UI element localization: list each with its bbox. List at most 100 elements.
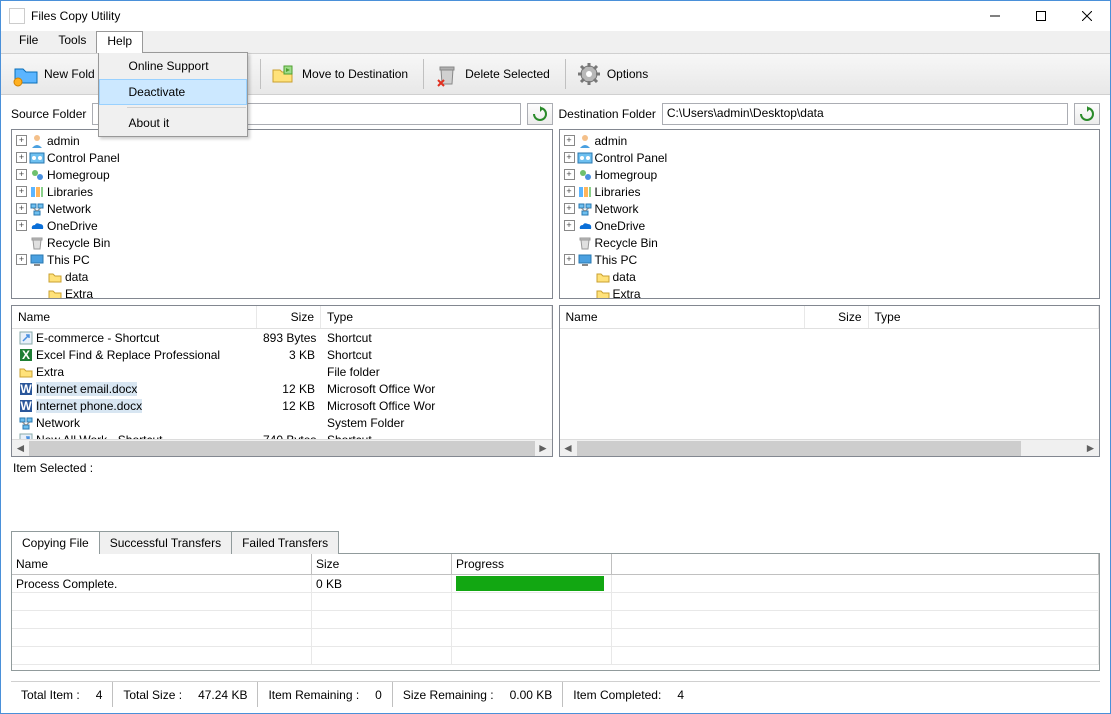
- destination-refresh-button[interactable]: [1074, 103, 1100, 125]
- tree-node[interactable]: data: [560, 268, 1100, 285]
- status-value: 47.24 KB: [198, 688, 247, 702]
- tree-node[interactable]: + Control Panel: [560, 149, 1100, 166]
- tree-node[interactable]: +This PC: [12, 251, 552, 268]
- menu-about[interactable]: About it: [99, 110, 247, 136]
- scroll-thumb[interactable]: [577, 441, 1022, 456]
- tree-node[interactable]: +Libraries: [12, 183, 552, 200]
- expander-icon[interactable]: +: [16, 152, 27, 163]
- tree-node[interactable]: +Network: [12, 200, 552, 217]
- file-row[interactable]: WInternet phone.docx12 KBMicrosoft Offic…: [12, 397, 552, 414]
- file-type: System Folder: [321, 416, 552, 430]
- tree-node[interactable]: + Homegroup: [12, 166, 552, 183]
- tree-node-label: data: [65, 270, 88, 284]
- destination-file-list[interactable]: Name Size Type ◄ ►: [559, 305, 1101, 457]
- menu-help[interactable]: Help: [96, 31, 143, 53]
- grid-row-empty: [12, 647, 1099, 665]
- destination-files-body[interactable]: [560, 329, 1100, 439]
- user-icon: [577, 133, 593, 149]
- expander-icon[interactable]: +: [16, 135, 27, 146]
- col-type[interactable]: Type: [869, 306, 1100, 328]
- destination-pane: Destination Folder C:\Users\admin\Deskto…: [559, 101, 1101, 526]
- delete-selected-button[interactable]: Delete Selected: [428, 56, 561, 92]
- menu-deactivate[interactable]: Deactivate: [99, 79, 247, 105]
- scroll-thumb[interactable]: [29, 441, 535, 456]
- tree-node-label: OneDrive: [47, 219, 98, 233]
- file-row[interactable]: NetworkSystem Folder: [12, 414, 552, 431]
- expander-icon[interactable]: +: [564, 169, 575, 180]
- tree-node-label: Control Panel: [47, 151, 120, 165]
- tree-node[interactable]: Recycle Bin: [12, 234, 552, 251]
- destination-hscrollbar[interactable]: ◄ ►: [560, 439, 1100, 456]
- col-size[interactable]: Size: [257, 306, 321, 328]
- new-folder-button[interactable]: New Fold: [7, 56, 106, 92]
- tab-successful-transfers[interactable]: Successful Transfers: [99, 531, 232, 554]
- thispc-icon: [29, 252, 45, 268]
- status-total-size: Total Size : 47.24 KB: [113, 682, 258, 707]
- expander-icon[interactable]: +: [16, 220, 27, 231]
- tree-node[interactable]: + OneDrive: [12, 217, 552, 234]
- col-type[interactable]: Type: [321, 306, 552, 328]
- source-hscrollbar[interactable]: ◄ ►: [12, 439, 552, 456]
- menu-file[interactable]: File: [9, 31, 48, 53]
- scroll-right-icon[interactable]: ►: [535, 440, 552, 457]
- expander-icon[interactable]: +: [16, 203, 27, 214]
- expander-icon[interactable]: +: [16, 186, 27, 197]
- source-tree[interactable]: +admin+Control Panel+Homegroup+Libraries…: [11, 129, 553, 299]
- file-row[interactable]: WInternet email.docx12 KBMicrosoft Offic…: [12, 380, 552, 397]
- tree-node[interactable]: +OneDrive: [560, 217, 1100, 234]
- col-name[interactable]: Name: [12, 306, 257, 328]
- destination-tree[interactable]: +admin+Control Panel+Homegroup+Libraries…: [559, 129, 1101, 299]
- expander-icon[interactable]: +: [564, 220, 575, 231]
- tree-node-label: Control Panel: [595, 151, 668, 165]
- tree-node[interactable]: +admin: [12, 132, 552, 149]
- menu-online-support[interactable]: Online Support: [99, 53, 247, 79]
- tree-node[interactable]: +Homegroup: [560, 166, 1100, 183]
- tree-node-label: Homegroup: [47, 168, 110, 182]
- grid-row: Process Complete.0 KB: [12, 575, 1099, 593]
- source-files-body[interactable]: E-commerce - Shortcut893 BytesShortcutXE…: [12, 329, 552, 439]
- destination-path-input[interactable]: C:\Users\admin\Desktop\data: [662, 103, 1068, 125]
- close-button[interactable]: [1064, 1, 1110, 31]
- file-row[interactable]: E-commerce - Shortcut893 BytesShortcut: [12, 329, 552, 346]
- source-file-list[interactable]: Name Size Type E-commerce - Shortcut893 …: [11, 305, 553, 457]
- file-row[interactable]: XExcel Find & Replace Professional3 KBSh…: [12, 346, 552, 363]
- expander-icon[interactable]: +: [16, 254, 27, 265]
- expander-icon[interactable]: +: [16, 169, 27, 180]
- tab-copying-file[interactable]: Copying File: [11, 531, 100, 554]
- source-refresh-button[interactable]: [527, 103, 553, 125]
- tree-node[interactable]: Recycle Bin: [560, 234, 1100, 251]
- expander-icon[interactable]: +: [564, 254, 575, 265]
- col-size[interactable]: Size: [805, 306, 869, 328]
- libs-icon: [29, 184, 45, 200]
- expander-icon[interactable]: +: [564, 186, 575, 197]
- move-to-destination-button[interactable]: Move to Destination: [265, 56, 419, 92]
- recycle-icon: [577, 235, 593, 251]
- tree-node[interactable]: +Network: [560, 200, 1100, 217]
- tab-failed-transfers[interactable]: Failed Transfers: [231, 531, 339, 554]
- minimize-button[interactable]: [972, 1, 1018, 31]
- item-selected-label: Item Selected :: [11, 457, 553, 479]
- maximize-button[interactable]: [1018, 1, 1064, 31]
- tree-node[interactable]: +This PC: [560, 251, 1100, 268]
- tree-node[interactable]: data: [12, 268, 552, 285]
- options-button[interactable]: Options: [570, 56, 659, 92]
- gcol-size[interactable]: Size: [312, 554, 452, 574]
- tree-node[interactable]: +Libraries: [560, 183, 1100, 200]
- scroll-right-icon[interactable]: ►: [1082, 440, 1099, 457]
- file-row[interactable]: ExtraFile folder: [12, 363, 552, 380]
- tree-node[interactable]: + Control Panel: [12, 149, 552, 166]
- scroll-left-icon[interactable]: ◄: [560, 440, 577, 457]
- tree-node[interactable]: Extra: [560, 285, 1100, 299]
- menu-tools[interactable]: Tools: [48, 31, 96, 53]
- tree-node[interactable]: +admin: [560, 132, 1100, 149]
- scroll-left-icon[interactable]: ◄: [12, 440, 29, 457]
- gcol-name[interactable]: Name: [12, 554, 312, 574]
- gcol-progress[interactable]: Progress: [452, 554, 612, 574]
- expander-icon[interactable]: +: [564, 152, 575, 163]
- move-to-dest-label: Move to Destination: [302, 67, 408, 81]
- expander-icon[interactable]: +: [564, 135, 575, 146]
- col-name[interactable]: Name: [560, 306, 805, 328]
- tree-node[interactable]: Extra: [12, 285, 552, 299]
- file-row[interactable]: New All Work - Shortcut740 BytesShortcut: [12, 431, 552, 439]
- expander-icon[interactable]: +: [564, 203, 575, 214]
